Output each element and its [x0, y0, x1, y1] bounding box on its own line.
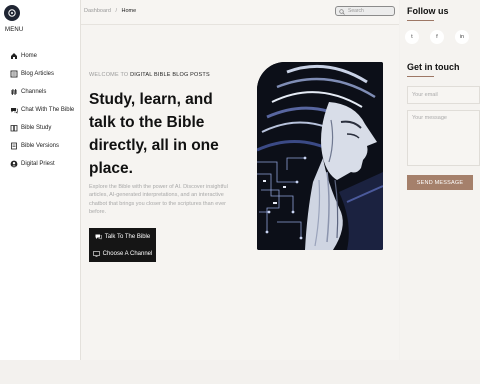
versions-icon	[10, 142, 18, 150]
sidebar-item-label: Digital Priest	[21, 161, 55, 167]
user-icon	[10, 160, 18, 168]
search-box[interactable]	[335, 6, 395, 16]
sidebar-nav: Home Blog Articles Channels Chat With Th…	[10, 47, 74, 173]
monitor-icon	[92, 250, 100, 257]
sidebar-item-bible-versions[interactable]: Bible Versions	[10, 137, 74, 155]
home-icon	[10, 52, 18, 60]
chat-icon	[10, 106, 18, 114]
follow-us-heading: Follow us	[407, 6, 449, 16]
choose-channel-button[interactable]: Choose A Channel	[89, 245, 156, 262]
breadcrumb: Dashboard / Home	[84, 8, 136, 14]
circuit-prophet-illustration	[257, 62, 383, 250]
sidebar-item-blog-articles[interactable]: Blog Articles	[10, 65, 74, 83]
sidebar-item-label: Bible Study	[21, 125, 52, 131]
facebook-link[interactable]: f	[430, 30, 444, 44]
book-icon	[10, 124, 18, 132]
logo[interactable]	[4, 5, 20, 21]
sidebar-item-chat-with-the-bible[interactable]: Chat With The Bible	[10, 101, 74, 119]
hash-icon	[10, 88, 18, 96]
breadcrumb-current: Home	[121, 8, 137, 14]
twitter-icon: t	[411, 34, 413, 40]
sidebar-item-channels[interactable]: Channels	[10, 83, 74, 101]
send-message-button[interactable]: SEND MESSAGE	[407, 175, 473, 190]
get-in-touch-heading: Get in touch	[407, 62, 460, 72]
message-field[interactable]	[407, 110, 480, 166]
email-field[interactable]	[407, 86, 480, 104]
right-panel: Follow us t f in Get in touch SEND MESSA…	[400, 0, 480, 360]
sidebar-item-bible-study[interactable]: Bible Study	[10, 119, 74, 137]
choose-channel-label: Choose A Channel	[102, 250, 153, 257]
welcome-prefix: WELCOME TO	[89, 72, 129, 78]
twitter-link[interactable]: t	[405, 30, 419, 44]
chat-icon	[95, 234, 102, 240]
linkedin-link[interactable]: in	[455, 30, 469, 44]
breadcrumb-dashboard-link[interactable]: Dashboard	[84, 8, 111, 14]
sidebar-item-label: Channels	[21, 89, 47, 95]
follow-us-underline	[407, 20, 434, 21]
sidebar-item-digital-priest[interactable]: Digital Priest	[10, 155, 74, 173]
sidebar-item-label: Chat With The Bible	[21, 107, 75, 113]
sidebar-item-home[interactable]: Home	[10, 47, 74, 65]
menu-title: MENU	[5, 27, 24, 33]
get-in-touch-underline	[407, 76, 434, 77]
sidebar: MENU Home Blog Articles Channels Chat Wi…	[0, 0, 81, 360]
talk-to-bible-button[interactable]: Talk To The Bible	[89, 228, 156, 245]
top-bar: Dashboard / Home	[81, 0, 399, 25]
facebook-icon: f	[436, 34, 438, 40]
hero-description: Explore the Bible with the power of AI. …	[89, 184, 228, 216]
page-footer-strip	[0, 360, 480, 384]
welcome-highlight: DIGITAL BIBLE BLOG POSTS	[130, 72, 210, 78]
sidebar-item-label: Home	[21, 53, 38, 59]
welcome-line: WELCOME TO DIGITAL BIBLE BLOG POSTS	[89, 72, 210, 78]
sidebar-item-label: Blog Articles	[21, 71, 55, 77]
main-content: Dashboard / Home WELCOME TO DIGITAL BIBL…	[81, 0, 399, 360]
talk-to-bible-label: Talk To The Bible	[104, 233, 151, 240]
linkedin-icon: in	[460, 34, 464, 40]
sidebar-item-label: Bible Versions	[21, 143, 60, 149]
breadcrumb-separator: /	[115, 8, 117, 14]
logo-mark-icon	[8, 9, 16, 17]
hero-headline: Study, learn, and talk to the Bible dire…	[89, 91, 219, 177]
article-icon	[10, 70, 18, 78]
hero-illustration	[257, 62, 383, 250]
search-input[interactable]	[345, 8, 388, 14]
